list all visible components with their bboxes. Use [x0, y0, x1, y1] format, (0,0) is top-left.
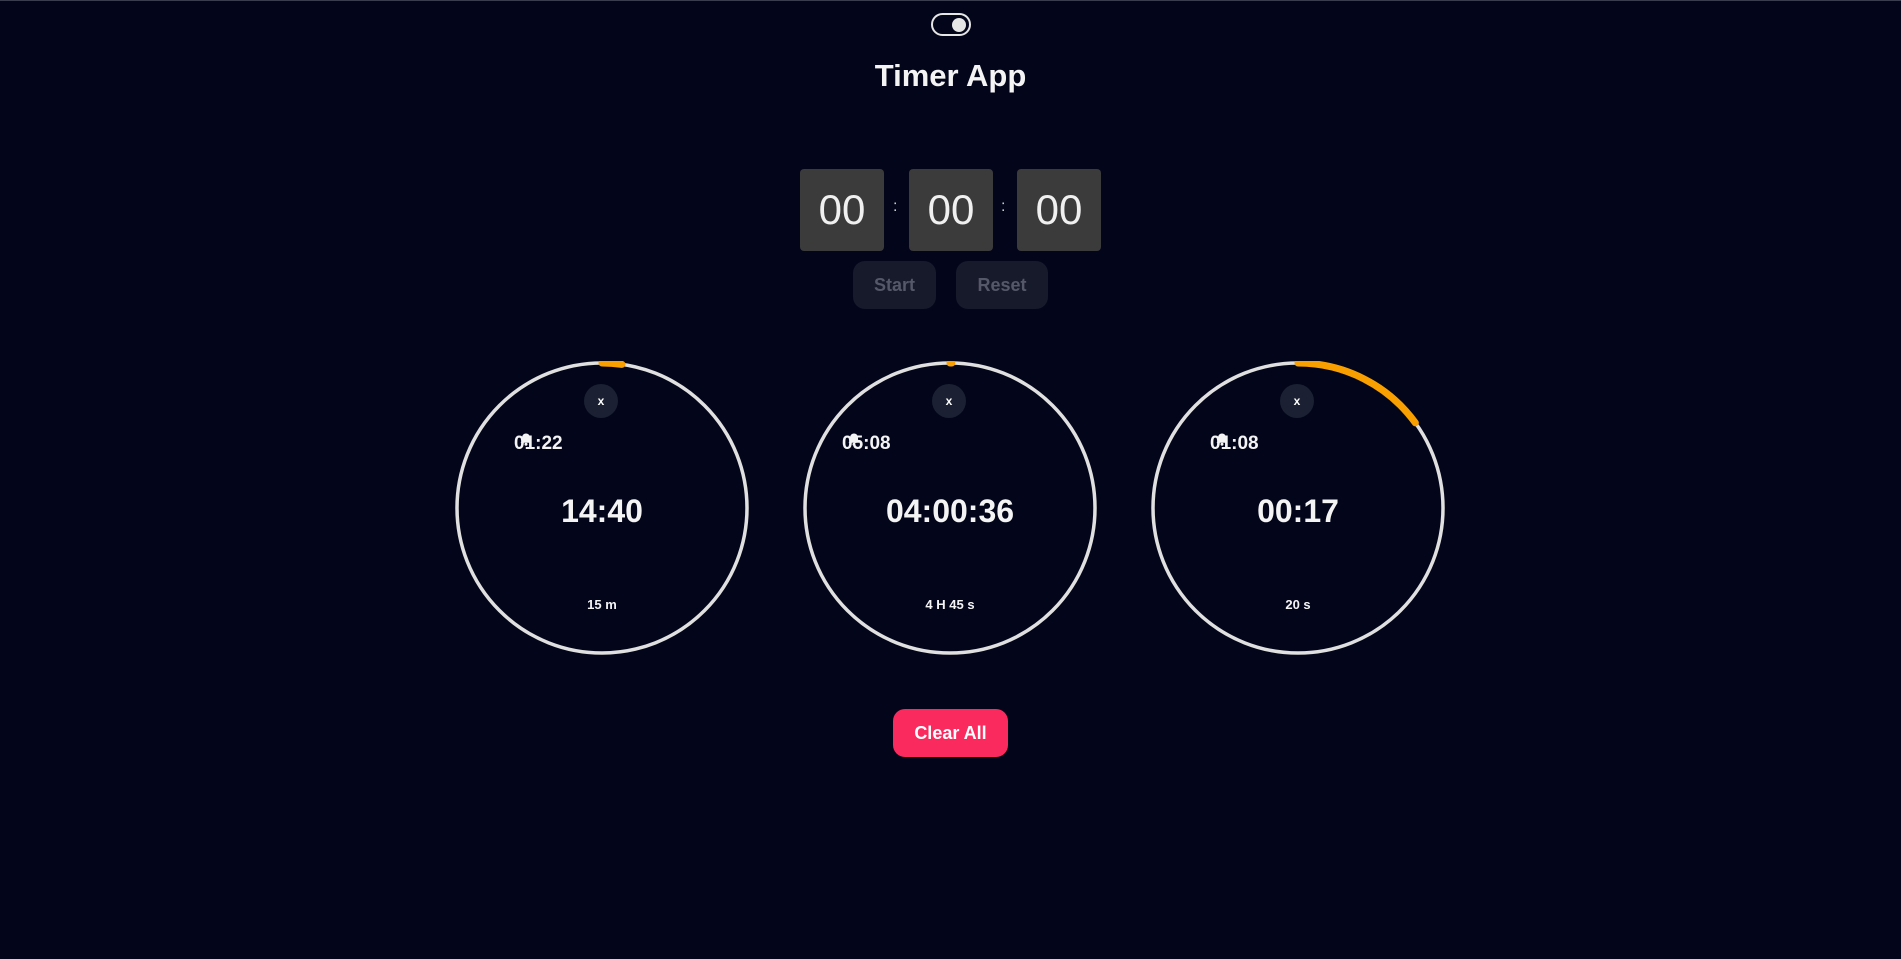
- reset-button[interactable]: Reset: [956, 261, 1048, 309]
- start-button[interactable]: Start: [853, 261, 936, 309]
- time-separator: :: [1001, 198, 1006, 215]
- minutes-input[interactable]: [909, 169, 993, 251]
- remaining-time: 04:00:36: [885, 493, 1015, 529]
- bell-icon: [520, 433, 532, 446]
- top-border: [0, 0, 1901, 1]
- timer-card: x 01:22 14:40 15 m: [455, 361, 749, 655]
- close-timer-button[interactable]: x: [584, 384, 618, 418]
- close-timer-button[interactable]: x: [932, 384, 966, 418]
- timer-duration: 20 s: [1285, 597, 1311, 612]
- timer-card: x 01:08 00:17 20 s: [1151, 361, 1445, 655]
- timer-duration: 4 H 45 s: [925, 597, 975, 612]
- remaining-time: 14:40: [561, 493, 643, 529]
- alarm-time: 01:22: [514, 433, 563, 455]
- page-title: Timer App: [874, 58, 1027, 93]
- bell-icon: [848, 433, 860, 446]
- close-timer-button[interactable]: x: [1280, 384, 1314, 418]
- clear-all-button[interactable]: Clear All: [893, 709, 1008, 757]
- bell-icon: [1216, 433, 1228, 446]
- time-separator: :: [893, 198, 898, 215]
- timer-card: x 05:08 04:00:36 4 H 45 s: [803, 361, 1097, 655]
- theme-toggle[interactable]: [931, 13, 971, 36]
- alarm-time: 01:08: [1210, 433, 1259, 455]
- timer-duration: 15 m: [587, 597, 617, 612]
- seconds-input[interactable]: [1017, 169, 1101, 251]
- remaining-time: 00:17: [1257, 493, 1339, 529]
- alarm-time: 05:08: [842, 433, 891, 455]
- hours-input[interactable]: [800, 169, 884, 251]
- toggle-knob: [952, 18, 966, 32]
